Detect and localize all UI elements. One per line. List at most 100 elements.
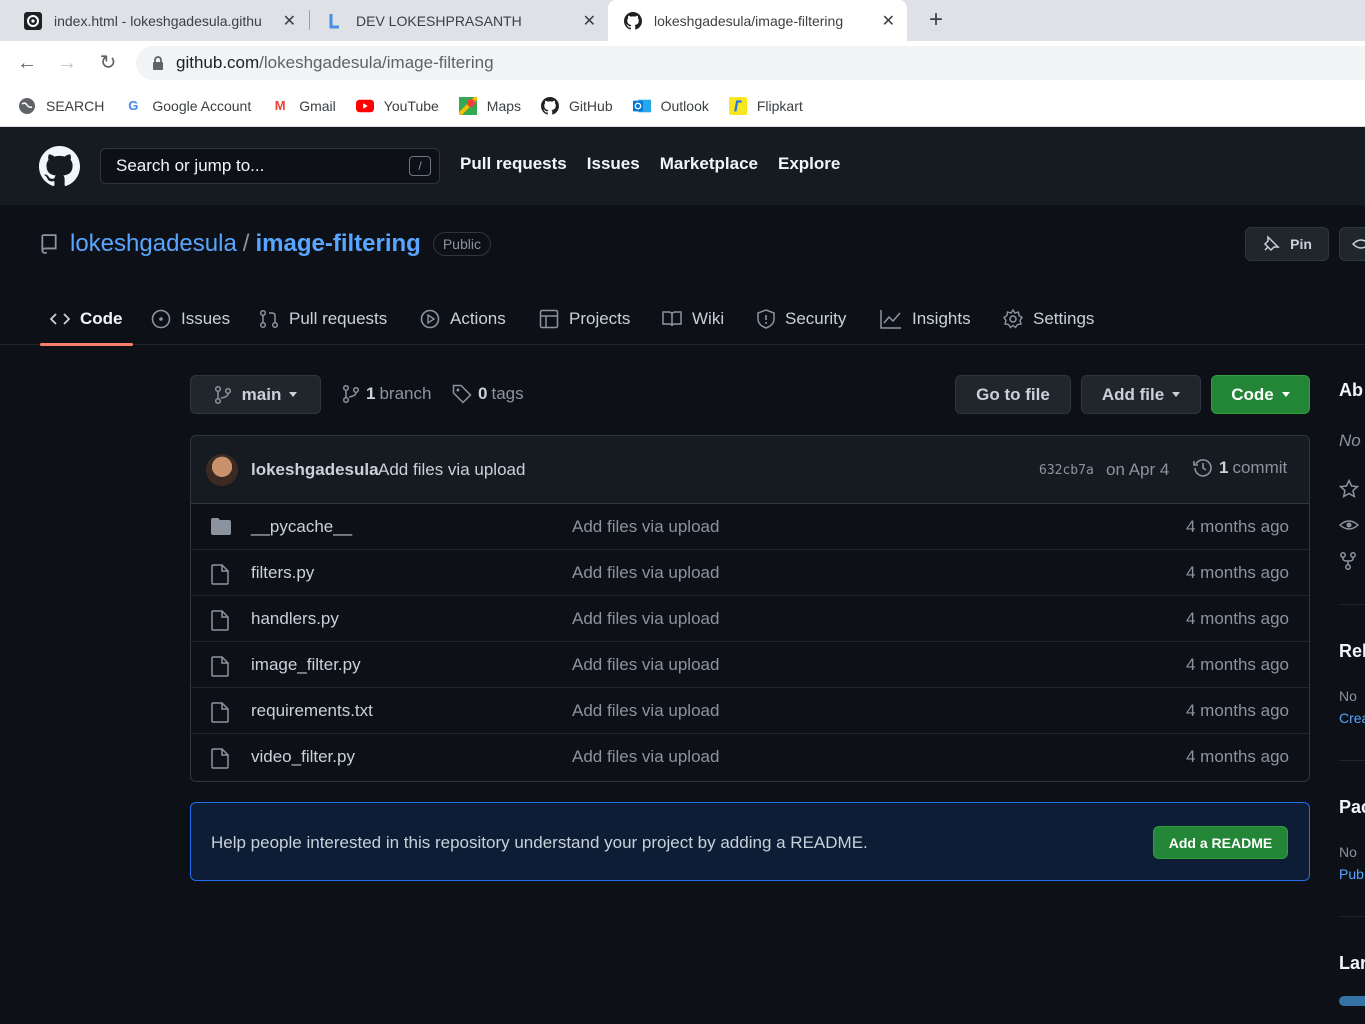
nav-pull-requests[interactable]: Pull requests (460, 154, 567, 174)
releases-heading[interactable]: Rel (1339, 641, 1365, 662)
commit-count-number: 1 (1219, 458, 1229, 477)
browser-tab-3-active[interactable]: lokeshgadesula/image-filtering ✕ (608, 0, 907, 41)
add-readme-button[interactable]: Add a README (1153, 826, 1288, 859)
github-logo-icon[interactable] (39, 146, 80, 192)
pin-label: Pin (1290, 236, 1312, 252)
about-description: No (1339, 431, 1361, 450)
github-global-nav: Pull requests Issues Marketplace Explore (460, 154, 860, 174)
search-placeholder: Search or jump to... (116, 156, 265, 175)
sidebar-divider (1339, 760, 1365, 761)
close-tab-icon[interactable]: ✕ (583, 11, 596, 31)
close-tab-icon[interactable]: ✕ (283, 11, 296, 31)
pull-request-icon (259, 309, 279, 329)
file-browser: lokeshgadesula Add files via upload 632c… (190, 435, 1310, 782)
file-commit-message-link[interactable]: Add files via upload (572, 563, 719, 583)
tab-wiki[interactable]: Wiki (662, 292, 724, 345)
commit-date: on Apr 4 (1106, 460, 1170, 479)
reload-icon[interactable]: ↻ (96, 51, 120, 75)
tag-icon (452, 384, 472, 404)
branch-select-button[interactable]: main (190, 375, 321, 414)
new-tab-icon[interactable]: + (924, 6, 948, 34)
commit-history-link[interactable]: 1 commit (1193, 458, 1287, 478)
table-row[interactable]: handlers.py Add files via upload 4 month… (191, 596, 1309, 642)
avatar[interactable] (206, 454, 238, 486)
languages-heading: Lar (1339, 953, 1365, 973)
tab-issues[interactable]: Issues (151, 292, 230, 345)
file-name-link[interactable]: requirements.txt (251, 701, 373, 721)
table-row[interactable]: __pycache__ Add files via upload 4 month… (191, 504, 1309, 550)
nav-issues[interactable]: Issues (587, 154, 640, 174)
bookmark-search[interactable]: SEARCH (18, 97, 104, 115)
browser-tab-2[interactable]: DEV LOKESHPRASANTH ✕ (310, 0, 608, 41)
bookmark-flipkart[interactable]: Flipkart (728, 96, 803, 115)
tab-security[interactable]: Security (757, 292, 846, 345)
publish-package-link[interactable]: Pub (1339, 866, 1364, 882)
folder-icon (211, 518, 231, 540)
table-row[interactable]: requirements.txt Add files via upload 4 … (191, 688, 1309, 734)
search-shortcut-key: / (409, 156, 431, 176)
table-row[interactable]: filters.py Add files via upload 4 months… (191, 550, 1309, 596)
latest-commit-bar: lokeshgadesula Add files via upload 632c… (191, 436, 1309, 504)
repo-icon (40, 234, 58, 254)
tags-link[interactable]: 0 tags (452, 384, 524, 404)
file-commit-message-link[interactable]: Add files via upload (572, 701, 719, 721)
file-name-link[interactable]: handlers.py (251, 609, 339, 629)
bookmark-outlook[interactable]: Outlook (632, 97, 709, 115)
bookmark-gmail[interactable]: M Gmail (271, 97, 336, 115)
bookmark-label: Gmail (299, 97, 336, 114)
file-icon (211, 610, 229, 636)
nav-explore[interactable]: Explore (778, 154, 840, 174)
file-commit-message-link[interactable]: Add files via upload (572, 517, 719, 537)
bookmark-label: Flipkart (756, 97, 803, 114)
browser-tab-1[interactable]: index.html - lokeshgadesula.githu ✕ (8, 0, 308, 41)
tab-pull-requests[interactable]: Pull requests (259, 292, 387, 345)
tab-label: Pull requests (289, 308, 388, 328)
tab-settings[interactable]: Settings (1003, 292, 1094, 345)
github-search-input[interactable]: Search or jump to... / (100, 148, 440, 184)
maps-icon (458, 96, 477, 115)
bookmark-label: GitHub (569, 97, 613, 114)
branches-link[interactable]: 1 branch (342, 384, 431, 404)
repo-owner-link[interactable]: lokeshgadesula (70, 230, 237, 258)
file-name-link[interactable]: filters.py (251, 563, 314, 583)
url-path: /lokeshgadesula/image-filtering (259, 53, 494, 72)
bookmarks-bar: SEARCH G Google Account M Gmail YouTube Ma… (0, 85, 1365, 127)
forward-arrow-icon[interactable]: → (55, 51, 79, 75)
file-commit-message-link[interactable]: Add files via upload (572, 609, 719, 629)
file-icon (211, 564, 229, 590)
file-name-link[interactable]: image_filter.py (251, 655, 361, 675)
back-arrow-icon[interactable]: ← (15, 51, 39, 75)
tab-actions[interactable]: Actions (420, 292, 506, 345)
go-to-file-button[interactable]: Go to file (955, 375, 1071, 414)
tab-projects[interactable]: Projects (539, 292, 630, 345)
commit-sha-link[interactable]: 632cb7a (1039, 463, 1094, 478)
tab-label: Wiki (692, 308, 725, 328)
packages-heading[interactable]: Pac (1339, 797, 1365, 818)
bookmark-youtube[interactable]: YouTube (355, 97, 439, 115)
pin-button[interactable]: Pin (1245, 227, 1329, 261)
table-row[interactable]: video_filter.py Add files via upload 4 m… (191, 734, 1309, 780)
file-age: 4 months ago (1185, 655, 1289, 674)
close-tab-icon[interactable]: ✕ (882, 11, 895, 31)
file-name-link[interactable]: video_filter.py (251, 747, 355, 767)
tab-insights[interactable]: Insights (880, 292, 971, 345)
bookmark-github[interactable]: GitHub (541, 96, 613, 115)
bookmark-google-account[interactable]: G Google Account (124, 97, 251, 115)
file-commit-message-link[interactable]: Add files via upload (572, 655, 719, 675)
url-bar[interactable]: github.com/lokeshgadesula/image-filterin… (136, 46, 1365, 80)
file-name-link[interactable]: __pycache__ (251, 517, 352, 537)
commit-author-link[interactable]: lokeshgadesula (251, 460, 379, 480)
bookmark-maps[interactable]: Maps (458, 96, 521, 115)
nav-marketplace[interactable]: Marketplace (660, 154, 758, 174)
code-button[interactable]: Code (1211, 375, 1310, 414)
repo-name-link[interactable]: image-filtering (255, 230, 420, 258)
table-row[interactable]: image_filter.py Add files via upload 4 m… (191, 642, 1309, 688)
create-release-link[interactable]: Crea (1339, 710, 1365, 726)
add-file-button[interactable]: Add file (1081, 375, 1201, 414)
bookmark-label: SEARCH (46, 97, 105, 114)
eye-icon (1352, 236, 1365, 252)
watch-button[interactable] (1339, 227, 1365, 261)
tab-code[interactable]: Code (40, 292, 132, 346)
commit-message-link[interactable]: Add files via upload (378, 460, 525, 480)
file-commit-message-link[interactable]: Add files via upload (572, 747, 719, 767)
